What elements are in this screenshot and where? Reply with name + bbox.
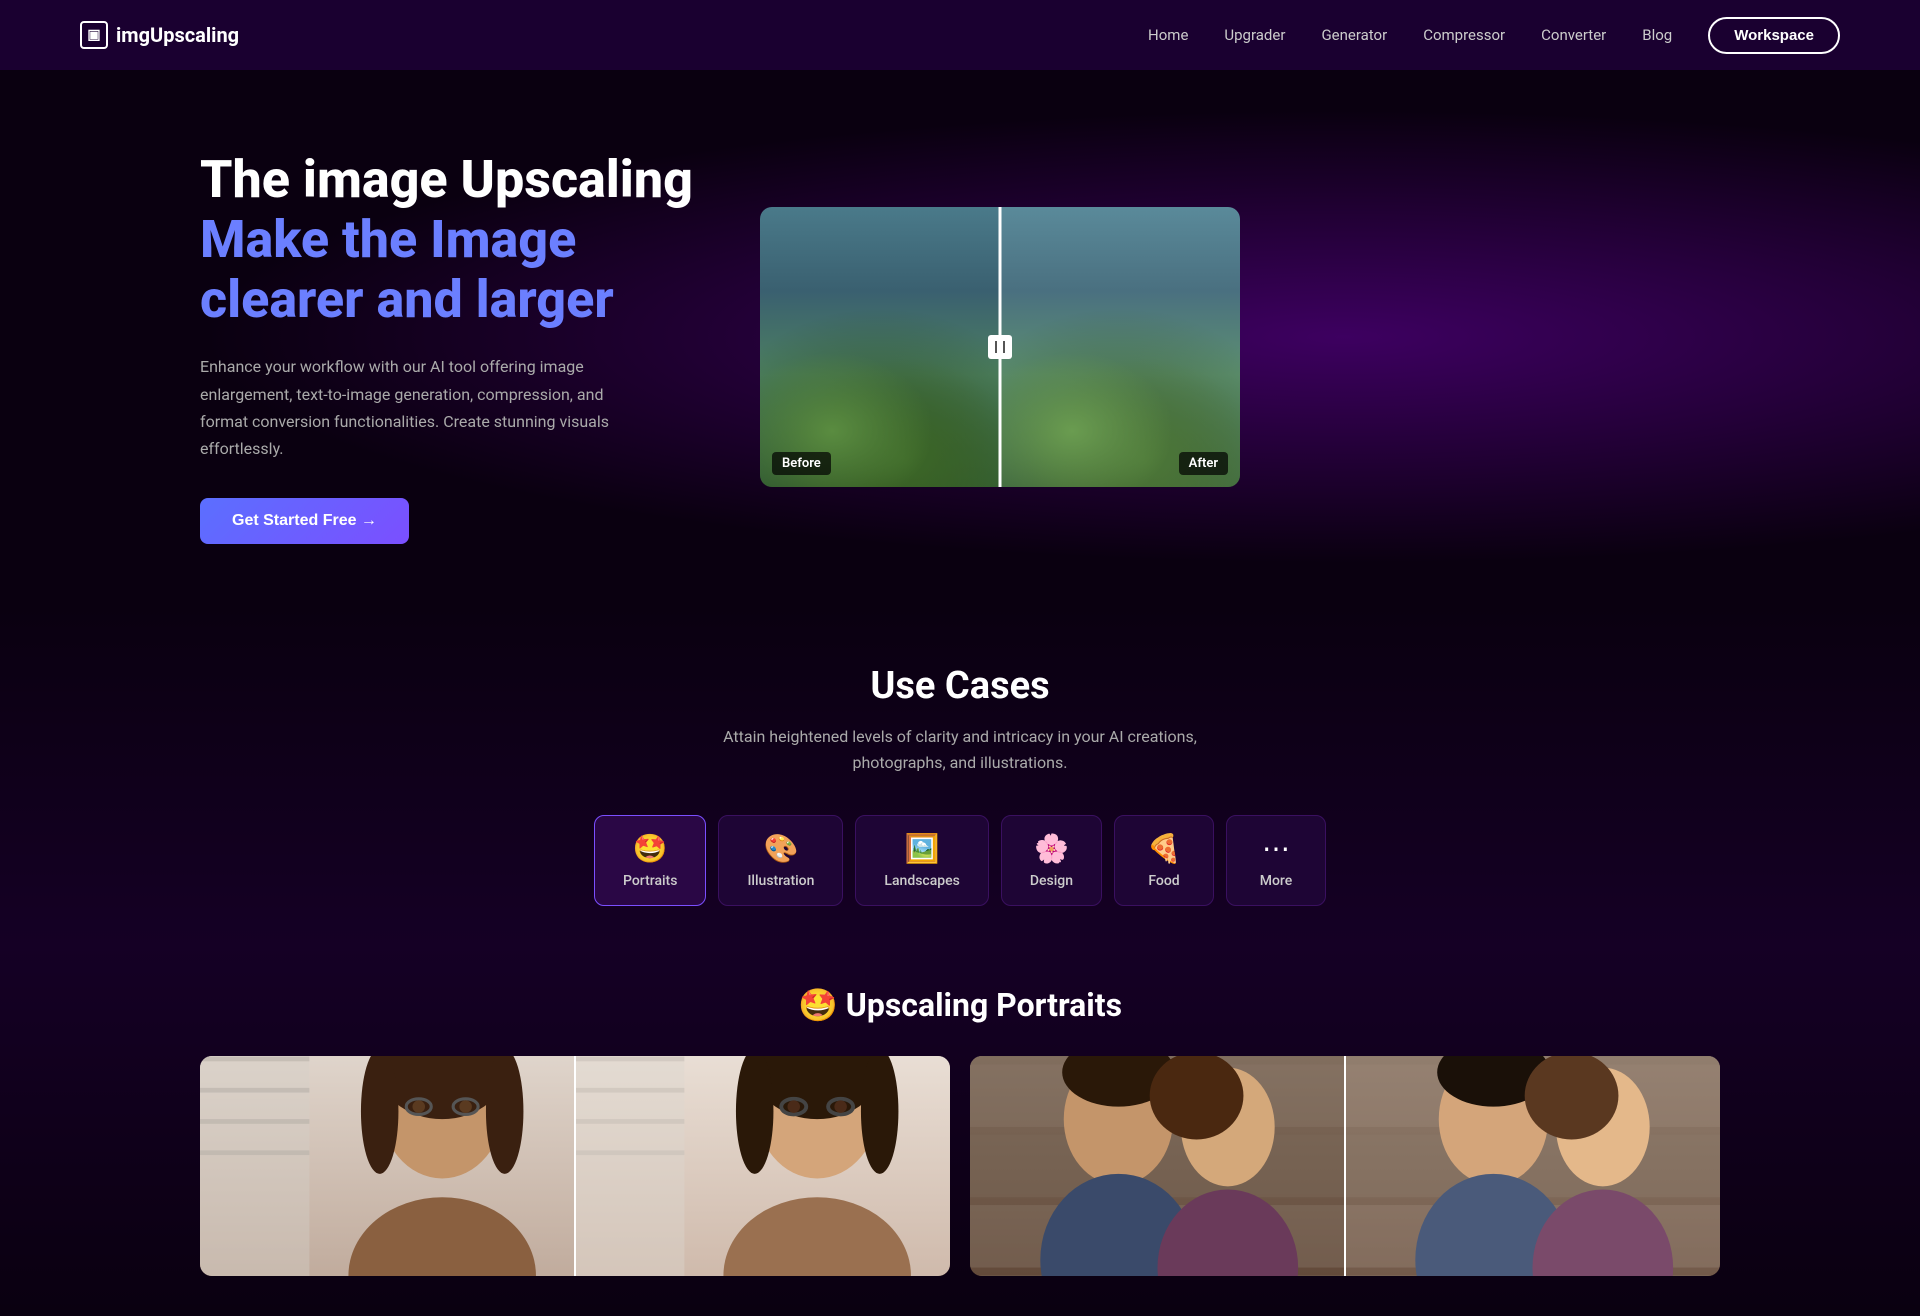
use-cases-title: Use Cases <box>200 664 1720 708</box>
get-started-button[interactable]: Get Started Free → <box>200 498 409 544</box>
hero-section: The image Upscaling Make the Image clear… <box>0 70 1920 604</box>
more-icon: ⋯ <box>1262 832 1290 865</box>
landscapes-label: Landscapes <box>884 873 959 889</box>
before-image <box>760 207 1000 487</box>
portrait-card-2 <box>970 1056 1720 1276</box>
workspace-button[interactable]: Workspace <box>1708 17 1840 54</box>
tab-landscapes[interactable]: 🖼️ Landscapes <box>855 815 988 906</box>
portraits-label: Portraits <box>623 873 677 889</box>
illustration-icon: 🎨 <box>763 832 798 865</box>
hero-title: The image Upscaling Make the Image clear… <box>200 150 700 329</box>
divider-handle[interactable] <box>988 335 1012 359</box>
hero-description: Enhance your workflow with our AI tool o… <box>200 353 620 462</box>
portraits-grid <box>200 1056 1720 1276</box>
nav-upgrader[interactable]: Upgrader <box>1224 26 1285 44</box>
nav-generator[interactable]: Generator <box>1321 26 1387 44</box>
nav-compressor[interactable]: Compressor <box>1423 26 1505 44</box>
logo-icon: ▣ <box>80 21 108 49</box>
nav-converter[interactable]: Converter <box>1541 26 1606 44</box>
portrait-before-1 <box>200 1056 575 1276</box>
portraits-icon: 🤩 <box>633 832 668 865</box>
hero-title-blue: Make the Image clearer and larger <box>200 209 614 330</box>
use-cases-description: Attain heightened levels of clarity and … <box>200 724 1720 775</box>
after-image <box>1000 207 1240 487</box>
tab-illustration[interactable]: 🎨 Illustration <box>718 815 843 906</box>
tab-design[interactable]: 🌸 Design <box>1001 815 1102 906</box>
portraits-title: 🤩 Upscaling Portraits <box>200 986 1720 1024</box>
category-tabs: 🤩 Portraits 🎨 Illustration 🖼️ Landscapes… <box>200 815 1720 906</box>
design-label: Design <box>1030 873 1073 889</box>
before-after-container: Before After <box>760 207 1240 487</box>
more-label: More <box>1260 873 1293 889</box>
food-icon: 🍕 <box>1147 832 1182 865</box>
landscapes-icon: 🖼️ <box>905 832 940 865</box>
tab-more[interactable]: ⋯ More <box>1226 815 1326 906</box>
portrait-divider-2 <box>1344 1056 1346 1276</box>
portrait-after-2 <box>1345 1056 1720 1276</box>
tab-portraits[interactable]: 🤩 Portraits <box>594 815 706 906</box>
portrait-after-1 <box>575 1056 950 1276</box>
illustration-label: Illustration <box>747 873 814 889</box>
before-label: Before <box>772 452 831 475</box>
food-label: Food <box>1148 873 1179 889</box>
design-icon: 🌸 <box>1034 832 1069 865</box>
portrait-divider-1 <box>574 1056 576 1276</box>
hero-before-after-image: Before After <box>760 207 1240 487</box>
nav-home[interactable]: Home <box>1148 26 1188 44</box>
portrait-card-1 <box>200 1056 950 1276</box>
nav-blog[interactable]: Blog <box>1642 26 1672 44</box>
portrait-before-2 <box>970 1056 1345 1276</box>
portraits-section: 🤩 Upscaling Portraits <box>0 946 1920 1316</box>
hero-title-white: The image Upscaling <box>200 149 693 210</box>
use-cases-section: Use Cases Attain heightened levels of cl… <box>0 604 1920 946</box>
after-label: After <box>1179 452 1228 475</box>
logo-link[interactable]: ▣ imgUpscaling <box>80 21 239 49</box>
logo-text: imgUpscaling <box>116 23 239 47</box>
nav-links: Home Upgrader Generator Compressor Conve… <box>1148 17 1840 54</box>
navbar: ▣ imgUpscaling Home Upgrader Generator C… <box>0 0 1920 70</box>
tab-food[interactable]: 🍕 Food <box>1114 815 1214 906</box>
hero-text: The image Upscaling Make the Image clear… <box>200 150 700 544</box>
